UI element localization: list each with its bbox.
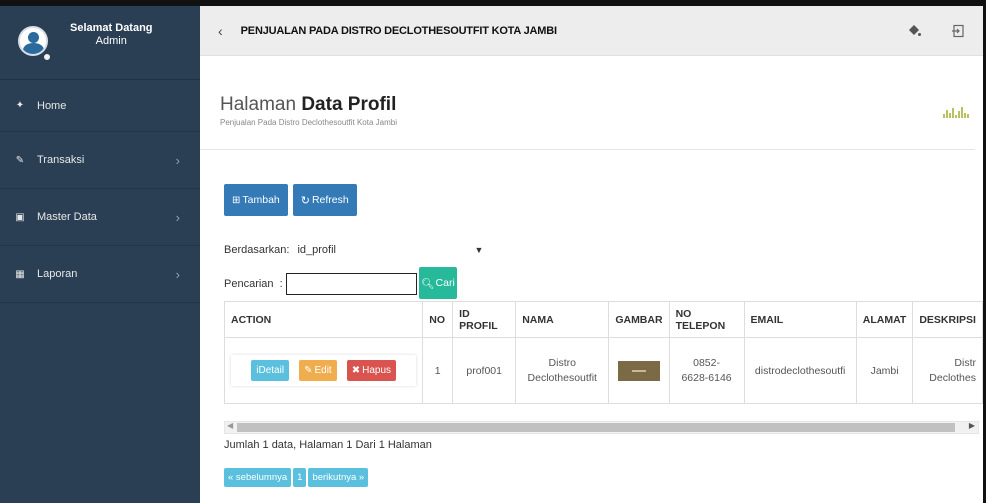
sidebar-item-label: Transaksi bbox=[37, 154, 85, 166]
cell-no: 1 bbox=[422, 337, 454, 404]
filter-select[interactable]: id_profil ▼ bbox=[293, 239, 493, 261]
cell-nama: Distro Declothesoutfit bbox=[515, 337, 610, 404]
close-icon: ✖ bbox=[351, 365, 361, 376]
sidebar-item-transaksi[interactable]: ✎ Transaksi › bbox=[0, 132, 200, 189]
chevron-right-icon: › bbox=[175, 209, 180, 225]
cell-deskripsi: Distr Declothes bbox=[912, 337, 983, 404]
table-row: i Detail ✎ Edit ✖ Hapus 1 prof001 Distro Dec… bbox=[223, 337, 983, 404]
page-title: Halaman Data Profil bbox=[220, 94, 397, 115]
scroll-right-icon[interactable]: ▶ bbox=[969, 421, 975, 430]
calendar-icon: ▦ bbox=[15, 268, 25, 280]
search-icon: 🔍︎ bbox=[421, 277, 435, 290]
online-status-icon bbox=[43, 53, 51, 61]
sidebar-item-laporan[interactable]: ▦ Laporan › bbox=[0, 246, 200, 303]
col-header-deskripsi: DESKRIPSI bbox=[912, 301, 983, 338]
col-header-alamat: ALAMAT bbox=[855, 301, 914, 338]
toolbar: ⊞ Tambah ↻ Refresh bbox=[224, 184, 357, 216]
page-subtitle: Penjualan Pada Distro Declothesoutfit Ko… bbox=[220, 118, 397, 127]
sidebar-menu: ✦ Home ✎ Transaksi › ▣ Master Data › ▦ L… bbox=[0, 80, 200, 303]
cell-email: distrodeclothesoutfi bbox=[743, 337, 857, 404]
cell-no-telepon: 0852- 6628-6146 bbox=[668, 337, 745, 404]
bar-chart-icon bbox=[943, 106, 969, 118]
search-label: Pencarian : bbox=[224, 278, 283, 290]
welcome-text: Selamat Datang Admin bbox=[70, 22, 153, 48]
filter-label: Berdasarkan: bbox=[224, 244, 290, 256]
sidebar-item-label: Master Data bbox=[37, 211, 97, 223]
col-header-id-profil: ID PROFIL bbox=[452, 301, 517, 338]
search-button[interactable]: 🔍︎ Cari bbox=[419, 267, 457, 299]
edit-icon: ✎ bbox=[304, 365, 313, 376]
filter-selected-value: id_profil bbox=[297, 244, 336, 256]
chevron-right-icon: › bbox=[175, 152, 180, 168]
cell-alamat: Jambi bbox=[855, 337, 914, 404]
scroll-left-icon[interactable]: ◀ bbox=[227, 421, 233, 430]
app-title: PENJUALAN PADA DISTRO DECLOTHESOUTFIT KO… bbox=[240, 24, 557, 37]
data-table: ACTION NO ID PROFIL NAMA GAMBAR NO TELEP… bbox=[223, 301, 983, 404]
sidebar: Selamat Datang Admin ✦ Home ✎ Transaksi … bbox=[0, 6, 200, 503]
col-header-no-telepon: NO TELEPON bbox=[668, 301, 745, 338]
prev-page-button[interactable]: « sebelumnya bbox=[224, 468, 292, 487]
col-header-email: EMAIL bbox=[743, 301, 857, 338]
sidebar-item-master-data[interactable]: ▣ Master Data › bbox=[0, 189, 200, 246]
profile-image-thumbnail[interactable] bbox=[617, 360, 660, 381]
logout-icon[interactable] bbox=[951, 24, 965, 38]
topbar-actions bbox=[907, 24, 965, 38]
col-header-no: NO bbox=[422, 301, 454, 338]
add-button[interactable]: ⊞ Tambah bbox=[224, 184, 288, 216]
back-chevron-icon[interactable]: ‹ bbox=[218, 23, 223, 39]
next-page-button[interactable]: berikutnya » bbox=[308, 468, 369, 487]
paint-bucket-icon[interactable] bbox=[907, 24, 921, 38]
edit-icon: ▣ bbox=[15, 211, 25, 223]
sidebar-item-label: Laporan bbox=[37, 268, 78, 280]
chevron-right-icon: › bbox=[175, 266, 180, 282]
refresh-icon: ↻ bbox=[300, 194, 310, 207]
scrollbar-thumb[interactable] bbox=[237, 423, 955, 432]
cell-gambar bbox=[608, 337, 670, 404]
search-input[interactable] bbox=[286, 273, 417, 295]
avatar[interactable] bbox=[18, 26, 48, 56]
col-header-action: ACTION bbox=[223, 301, 424, 338]
horizontal-scrollbar[interactable]: ◀ ▶ bbox=[224, 421, 979, 434]
page-1-button[interactable]: 1 bbox=[293, 468, 307, 487]
row-actions: i Detail ✎ Edit ✖ Hapus bbox=[231, 355, 416, 386]
sidebar-item-home[interactable]: ✦ Home bbox=[0, 80, 200, 132]
edit-button[interactable]: ✎ Edit bbox=[299, 360, 337, 381]
home-icon: ✦ bbox=[15, 100, 25, 111]
table-header-row: ACTION NO ID PROFIL NAMA GAMBAR NO TELEP… bbox=[223, 301, 983, 338]
page-header: Halaman Data Profil Penjualan Pada Distr… bbox=[200, 56, 975, 150]
refresh-button[interactable]: ↻ Refresh bbox=[292, 184, 357, 216]
chevron-down-icon: ▼ bbox=[474, 245, 484, 255]
user-name: Admin bbox=[95, 35, 127, 47]
delete-button[interactable]: ✖ Hapus bbox=[346, 360, 396, 381]
sidebar-item-label: Home bbox=[37, 99, 67, 112]
plus-icon: ⊞ bbox=[232, 194, 241, 206]
welcome-label: Selamat Datang bbox=[70, 22, 153, 34]
pagination: « sebelumnya 1 berikutnya » bbox=[224, 468, 369, 487]
user-profile: Selamat Datang Admin bbox=[0, 6, 200, 80]
main-content: ‹ PENJUALAN PADA DISTRO DECLOTHESOUTFIT … bbox=[200, 6, 983, 503]
cell-id-profil: prof001 bbox=[452, 337, 517, 404]
pagination-info: Jumlah 1 data, Halaman 1 Dari 1 Halaman bbox=[224, 439, 432, 451]
top-navbar: ‹ PENJUALAN PADA DISTRO DECLOTHESOUTFIT … bbox=[200, 6, 983, 56]
search-row: Pencarian : 🔍︎ Cari bbox=[224, 267, 457, 299]
pencil-icon: ✎ bbox=[15, 154, 25, 166]
col-header-nama: NAMA bbox=[515, 301, 610, 338]
filter-row: Berdasarkan: id_profil ▼ bbox=[224, 239, 493, 261]
action-cell: i Detail ✎ Edit ✖ Hapus bbox=[223, 337, 424, 404]
col-header-gambar: GAMBAR bbox=[608, 301, 670, 338]
detail-button[interactable]: i Detail bbox=[251, 360, 290, 381]
